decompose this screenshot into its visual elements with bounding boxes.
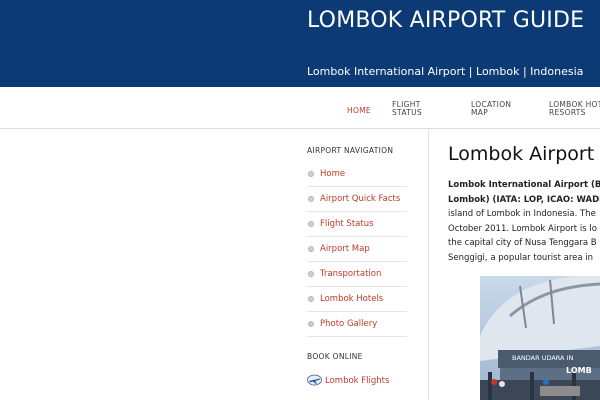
sidebar-item-home[interactable]: Home xyxy=(307,162,407,187)
sidebar-item-airport-map[interactable]: Airport Map xyxy=(307,237,407,262)
site-title[interactable]: LOMBOK AIRPORT GUIDE xyxy=(307,9,587,33)
bullet-icon xyxy=(308,246,314,252)
intro-line-5: the capital city of Nusa Tenggara B xyxy=(448,238,597,248)
airport-navigation-list: Home Airport Quick Facts Flight Status A… xyxy=(307,162,407,337)
bullet-icon xyxy=(308,321,314,327)
sidebar-item-label: Airport Quick Facts xyxy=(320,194,401,204)
bullet-icon xyxy=(308,171,314,177)
bullet-icon xyxy=(308,271,314,277)
nav-item-label: HOME xyxy=(347,106,371,115)
airport-navigation-heading: AIRPORT NAVIGATION xyxy=(307,146,394,155)
book-item-lombok-flights[interactable]: Lombok Flights xyxy=(307,373,407,389)
sidebar-item-label: Lombok Hotels xyxy=(320,294,384,304)
sidebar-item-flight-status[interactable]: Flight Status xyxy=(307,212,407,237)
nav-item-label-line2: STATUS xyxy=(392,108,422,117)
nav-item-lombok-hotels[interactable]: LOMBOK HOTELS RESORTS xyxy=(549,101,600,117)
main-nav: HOME FLIGHT STATUS LOCATION MAP LOMBOK H… xyxy=(0,87,600,129)
bullet-icon xyxy=(308,296,314,302)
book-online-heading: BOOK ONLINE xyxy=(307,352,363,361)
sidebar-item-lombok-hotels[interactable]: Lombok Hotels xyxy=(307,287,407,312)
airplane-icon xyxy=(307,374,322,386)
sidebar-item-label: Transportation xyxy=(320,269,382,279)
nav-item-label-line2: RESORTS xyxy=(549,108,586,117)
photo-sign-line-1: BANDAR UDARA IN xyxy=(512,354,573,362)
photo-sign-line-2: LOMB xyxy=(566,366,592,375)
nav-item-location-map[interactable]: LOCATION MAP xyxy=(471,101,511,117)
sidebar-item-label: Airport Map xyxy=(320,244,370,254)
intro-line-1: Lombok International Airport (Ba xyxy=(448,180,600,190)
sidebar-item-label: Flight Status xyxy=(320,219,374,229)
nav-item-label-line2: MAP xyxy=(471,108,489,117)
intro-line-3: island of Lombok in Indonesia. The xyxy=(448,209,596,219)
airport-photo[interactable]: BANDAR UDARA IN LOMB xyxy=(480,276,600,400)
site-header: LOMBOK AIRPORT GUIDE Lombok Internationa… xyxy=(0,0,600,87)
sidebar-item-photo-gallery[interactable]: Photo Gallery xyxy=(307,312,407,337)
nav-item-flight-status[interactable]: FLIGHT STATUS xyxy=(392,101,422,117)
sidebar-divider xyxy=(428,128,429,400)
bullet-icon xyxy=(308,221,314,227)
sidebar-item-airport-quick-facts[interactable]: Airport Quick Facts xyxy=(307,187,407,212)
airport-terminal-image: BANDAR UDARA IN LOMB xyxy=(480,276,600,400)
sidebar-item-label: Photo Gallery xyxy=(320,319,378,329)
book-item-label: Lombok Flights xyxy=(325,376,390,386)
page-title: Lombok Airport In xyxy=(448,143,600,165)
sidebar-item-label: Home xyxy=(320,169,346,179)
site-tagline: Lombok International Airport | Lombok | … xyxy=(307,65,584,78)
intro-line-6: Senggigi, a popular tourist area in xyxy=(448,253,594,263)
intro-line-2: Lombok) (IATA: LOP, ICAO: WADL xyxy=(448,195,600,205)
bullet-icon xyxy=(308,196,314,202)
intro-line-4: October 2011. Lombok Airport is lo xyxy=(448,224,597,234)
nav-item-home[interactable]: HOME xyxy=(347,107,371,115)
sidebar-item-transportation[interactable]: Transportation xyxy=(307,262,407,287)
